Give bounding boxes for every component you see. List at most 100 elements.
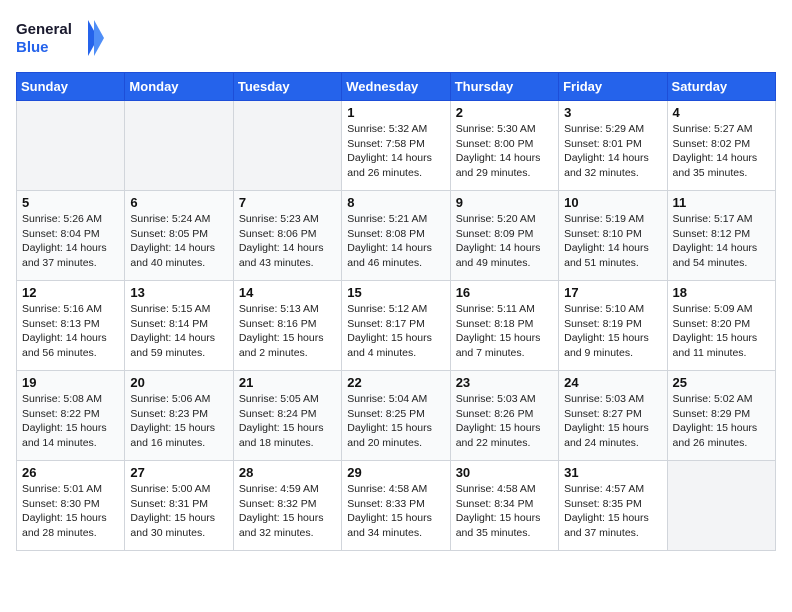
day-number: 25 [673, 375, 770, 390]
page-header: General Blue [16, 16, 776, 60]
day-info: Sunrise: 5:03 AM Sunset: 8:27 PM Dayligh… [564, 392, 661, 451]
header-tuesday: Tuesday [233, 73, 341, 101]
calendar-cell: 6 Sunrise: 5:24 AM Sunset: 8:05 PM Daylig… [125, 191, 233, 281]
calendar-body: 1 Sunrise: 5:32 AM Sunset: 7:58 PM Daylig… [17, 101, 776, 551]
logo-svg: General Blue [16, 16, 106, 60]
calendar-cell: 26 Sunrise: 5:01 AM Sunset: 8:30 PM Dayli… [17, 461, 125, 551]
calendar-cell: 17 Sunrise: 5:10 AM Sunset: 8:19 PM Dayli… [559, 281, 667, 371]
day-number: 24 [564, 375, 661, 390]
calendar-cell: 19Sunrise: 5:08 AM Sunset: 8:22 PM Dayli… [17, 371, 125, 461]
calendar-cell: 8 Sunrise: 5:21 AM Sunset: 8:08 PM Daylig… [342, 191, 450, 281]
day-number: 28 [239, 465, 336, 480]
day-number: 9 [456, 195, 553, 210]
calendar-cell: 3 Sunrise: 5:29 AM Sunset: 8:01 PM Daylig… [559, 101, 667, 191]
calendar-cell: 21 Sunrise: 5:05 AM Sunset: 8:24 PM Dayli… [233, 371, 341, 461]
calendar-cell: 12Sunrise: 5:16 AM Sunset: 8:13 PM Dayli… [17, 281, 125, 371]
header-friday: Friday [559, 73, 667, 101]
svg-text:Blue: Blue [16, 39, 49, 56]
day-info: Sunrise: 5:20 AM Sunset: 8:09 PM Dayligh… [456, 212, 553, 271]
calendar-cell: 10Sunrise: 5:19 AM Sunset: 8:10 PM Dayli… [559, 191, 667, 281]
day-info: Sunrise: 5:15 AM Sunset: 8:14 PM Dayligh… [130, 302, 227, 361]
day-number: 30 [456, 465, 553, 480]
week-row-1: 1 Sunrise: 5:32 AM Sunset: 7:58 PM Daylig… [17, 101, 776, 191]
day-info: Sunrise: 5:12 AM Sunset: 8:17 PM Dayligh… [347, 302, 444, 361]
calendar-cell: 25Sunrise: 5:02 AM Sunset: 8:29 PM Dayli… [667, 371, 775, 461]
day-info: Sunrise: 5:09 AM Sunset: 8:20 PM Dayligh… [673, 302, 770, 361]
day-info: Sunrise: 5:27 AM Sunset: 8:02 PM Dayligh… [673, 122, 770, 181]
day-number: 31 [564, 465, 661, 480]
calendar-table: SundayMondayTuesdayWednesdayThursdayFrid… [16, 72, 776, 551]
day-info: Sunrise: 5:11 AM Sunset: 8:18 PM Dayligh… [456, 302, 553, 361]
day-number: 10 [564, 195, 661, 210]
calendar-cell [233, 101, 341, 191]
day-number: 27 [130, 465, 227, 480]
calendar-cell: 31 Sunrise: 4:57 AM Sunset: 8:35 PM Dayli… [559, 461, 667, 551]
day-number: 15 [347, 285, 444, 300]
day-number: 20 [130, 375, 227, 390]
header-wednesday: Wednesday [342, 73, 450, 101]
day-info: Sunrise: 5:00 AM Sunset: 8:31 PM Dayligh… [130, 482, 227, 541]
day-number: 2 [456, 105, 553, 120]
day-info: Sunrise: 5:24 AM Sunset: 8:05 PM Dayligh… [130, 212, 227, 271]
day-info: Sunrise: 4:57 AM Sunset: 8:35 PM Dayligh… [564, 482, 661, 541]
calendar-cell: 28 Sunrise: 4:59 AM Sunset: 8:32 PM Dayli… [233, 461, 341, 551]
day-info: Sunrise: 4:58 AM Sunset: 8:33 PM Dayligh… [347, 482, 444, 541]
logo: General Blue [16, 16, 106, 60]
day-number: 18 [673, 285, 770, 300]
header-sunday: Sunday [17, 73, 125, 101]
day-number: 26 [22, 465, 119, 480]
day-number: 6 [130, 195, 227, 210]
header-thursday: Thursday [450, 73, 558, 101]
day-number: 11 [673, 195, 770, 210]
day-number: 16 [456, 285, 553, 300]
day-info: Sunrise: 5:16 AM Sunset: 8:13 PM Dayligh… [22, 302, 119, 361]
calendar-cell [667, 461, 775, 551]
day-number: 23 [456, 375, 553, 390]
day-number: 1 [347, 105, 444, 120]
day-info: Sunrise: 5:21 AM Sunset: 8:08 PM Dayligh… [347, 212, 444, 271]
day-number: 13 [130, 285, 227, 300]
day-info: Sunrise: 5:04 AM Sunset: 8:25 PM Dayligh… [347, 392, 444, 451]
day-info: Sunrise: 4:58 AM Sunset: 8:34 PM Dayligh… [456, 482, 553, 541]
calendar-cell: 18 Sunrise: 5:09 AM Sunset: 8:20 PM Dayli… [667, 281, 775, 371]
calendar-cell: 7Sunrise: 5:23 AM Sunset: 8:06 PM Daylig… [233, 191, 341, 281]
calendar-cell: 13 Sunrise: 5:15 AM Sunset: 8:14 PM Dayli… [125, 281, 233, 371]
week-row-2: 5Sunrise: 5:26 AM Sunset: 8:04 PM Daylig… [17, 191, 776, 281]
svg-text:General: General [16, 21, 72, 38]
day-number: 4 [673, 105, 770, 120]
day-info: Sunrise: 5:10 AM Sunset: 8:19 PM Dayligh… [564, 302, 661, 361]
day-info: Sunrise: 4:59 AM Sunset: 8:32 PM Dayligh… [239, 482, 336, 541]
calendar-cell: 20Sunrise: 5:06 AM Sunset: 8:23 PM Dayli… [125, 371, 233, 461]
day-info: Sunrise: 5:32 AM Sunset: 7:58 PM Dayligh… [347, 122, 444, 181]
calendar-cell: 29 Sunrise: 4:58 AM Sunset: 8:33 PM Dayli… [342, 461, 450, 551]
calendar-cell: 1 Sunrise: 5:32 AM Sunset: 7:58 PM Daylig… [342, 101, 450, 191]
week-row-3: 12Sunrise: 5:16 AM Sunset: 8:13 PM Dayli… [17, 281, 776, 371]
calendar-header-row: SundayMondayTuesdayWednesdayThursdayFrid… [17, 73, 776, 101]
week-row-4: 19Sunrise: 5:08 AM Sunset: 8:22 PM Dayli… [17, 371, 776, 461]
week-row-5: 26 Sunrise: 5:01 AM Sunset: 8:30 PM Dayli… [17, 461, 776, 551]
header-monday: Monday [125, 73, 233, 101]
calendar-cell: 11 Sunrise: 5:17 AM Sunset: 8:12 PM Dayli… [667, 191, 775, 281]
day-number: 17 [564, 285, 661, 300]
calendar-cell: 9 Sunrise: 5:20 AM Sunset: 8:09 PM Daylig… [450, 191, 558, 281]
calendar-cell: 22Sunrise: 5:04 AM Sunset: 8:25 PM Dayli… [342, 371, 450, 461]
calendar-cell: 16 Sunrise: 5:11 AM Sunset: 8:18 PM Dayli… [450, 281, 558, 371]
day-info: Sunrise: 5:17 AM Sunset: 8:12 PM Dayligh… [673, 212, 770, 271]
calendar-cell [125, 101, 233, 191]
day-number: 14 [239, 285, 336, 300]
calendar-cell: 5Sunrise: 5:26 AM Sunset: 8:04 PM Daylig… [17, 191, 125, 281]
day-number: 21 [239, 375, 336, 390]
calendar-cell: 24 Sunrise: 5:03 AM Sunset: 8:27 PM Dayli… [559, 371, 667, 461]
calendar-cell: 14 Sunrise: 5:13 AM Sunset: 8:16 PM Dayli… [233, 281, 341, 371]
day-number: 8 [347, 195, 444, 210]
calendar-cell: 15 Sunrise: 5:12 AM Sunset: 8:17 PM Dayli… [342, 281, 450, 371]
day-info: Sunrise: 5:29 AM Sunset: 8:01 PM Dayligh… [564, 122, 661, 181]
day-info: Sunrise: 5:01 AM Sunset: 8:30 PM Dayligh… [22, 482, 119, 541]
day-info: Sunrise: 5:13 AM Sunset: 8:16 PM Dayligh… [239, 302, 336, 361]
day-number: 29 [347, 465, 444, 480]
day-number: 3 [564, 105, 661, 120]
day-number: 19 [22, 375, 119, 390]
calendar-cell: 23Sunrise: 5:03 AM Sunset: 8:26 PM Dayli… [450, 371, 558, 461]
day-info: Sunrise: 5:30 AM Sunset: 8:00 PM Dayligh… [456, 122, 553, 181]
day-info: Sunrise: 5:05 AM Sunset: 8:24 PM Dayligh… [239, 392, 336, 451]
